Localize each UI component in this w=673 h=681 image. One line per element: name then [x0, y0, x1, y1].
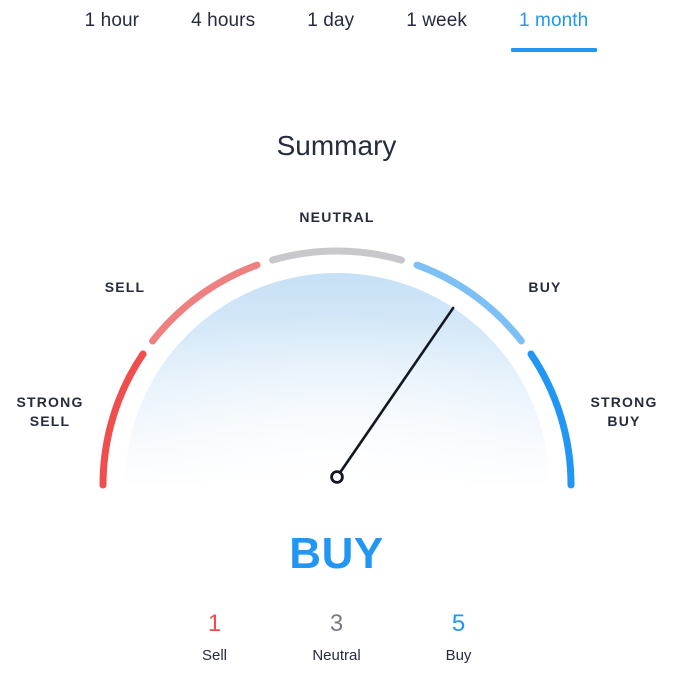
gauge-label-strong-buy: STRONG BUY — [590, 394, 658, 429]
verdict-text: BUY — [289, 529, 384, 578]
gauge-label-sell: SELL — [104, 279, 146, 295]
tab-4-hours-label: 4 hours — [191, 10, 256, 31]
gauge-arc-neutral — [268, 247, 406, 264]
tab-1-hour[interactable]: 1 hour — [85, 0, 139, 33]
count-sell: 1 Sell — [154, 608, 276, 666]
gauge-needle-pivot — [330, 470, 344, 484]
tab-1-month[interactable]: 1 month — [510, 0, 597, 52]
tab-1-week-label: 1 week — [406, 10, 467, 31]
count-buy: 5 Buy — [398, 608, 520, 666]
count-neutral: 3 Neutral — [276, 608, 398, 666]
tab-1-day[interactable]: 1 day — [307, 0, 354, 33]
signal-counts: 1 Sell 3 Neutral 5 Buy — [0, 608, 673, 666]
gauge-label-neutral: NEUTRAL — [299, 209, 375, 225]
tab-1-week[interactable]: 1 week — [406, 0, 467, 33]
page-title: Summary — [276, 130, 397, 161]
tab-1-month-label: 1 month — [519, 10, 589, 31]
count-neutral-value: 3 — [329, 610, 344, 637]
tab-1-hour-label: 1 hour — [84, 10, 140, 31]
count-buy-value: 5 — [451, 610, 466, 637]
gauge-label-strong-sell: STRONG SELL — [16, 394, 84, 429]
count-neutral-label: Neutral — [312, 647, 361, 664]
count-buy-label: Buy — [445, 647, 472, 664]
gauge-svg — [99, 247, 575, 489]
tab-1-day-label: 1 day — [307, 10, 355, 31]
count-sell-label: Sell — [201, 647, 227, 664]
gauge-label-buy: BUY — [528, 279, 562, 295]
timeframe-tabs: 1 hour 4 hours 1 day 1 week 1 month — [0, 0, 673, 60]
active-tab-underline — [510, 48, 597, 52]
summary-gauge — [0, 180, 673, 510]
count-sell-value: 1 — [207, 610, 222, 637]
tab-4-hours[interactable]: 4 hours — [191, 0, 255, 33]
